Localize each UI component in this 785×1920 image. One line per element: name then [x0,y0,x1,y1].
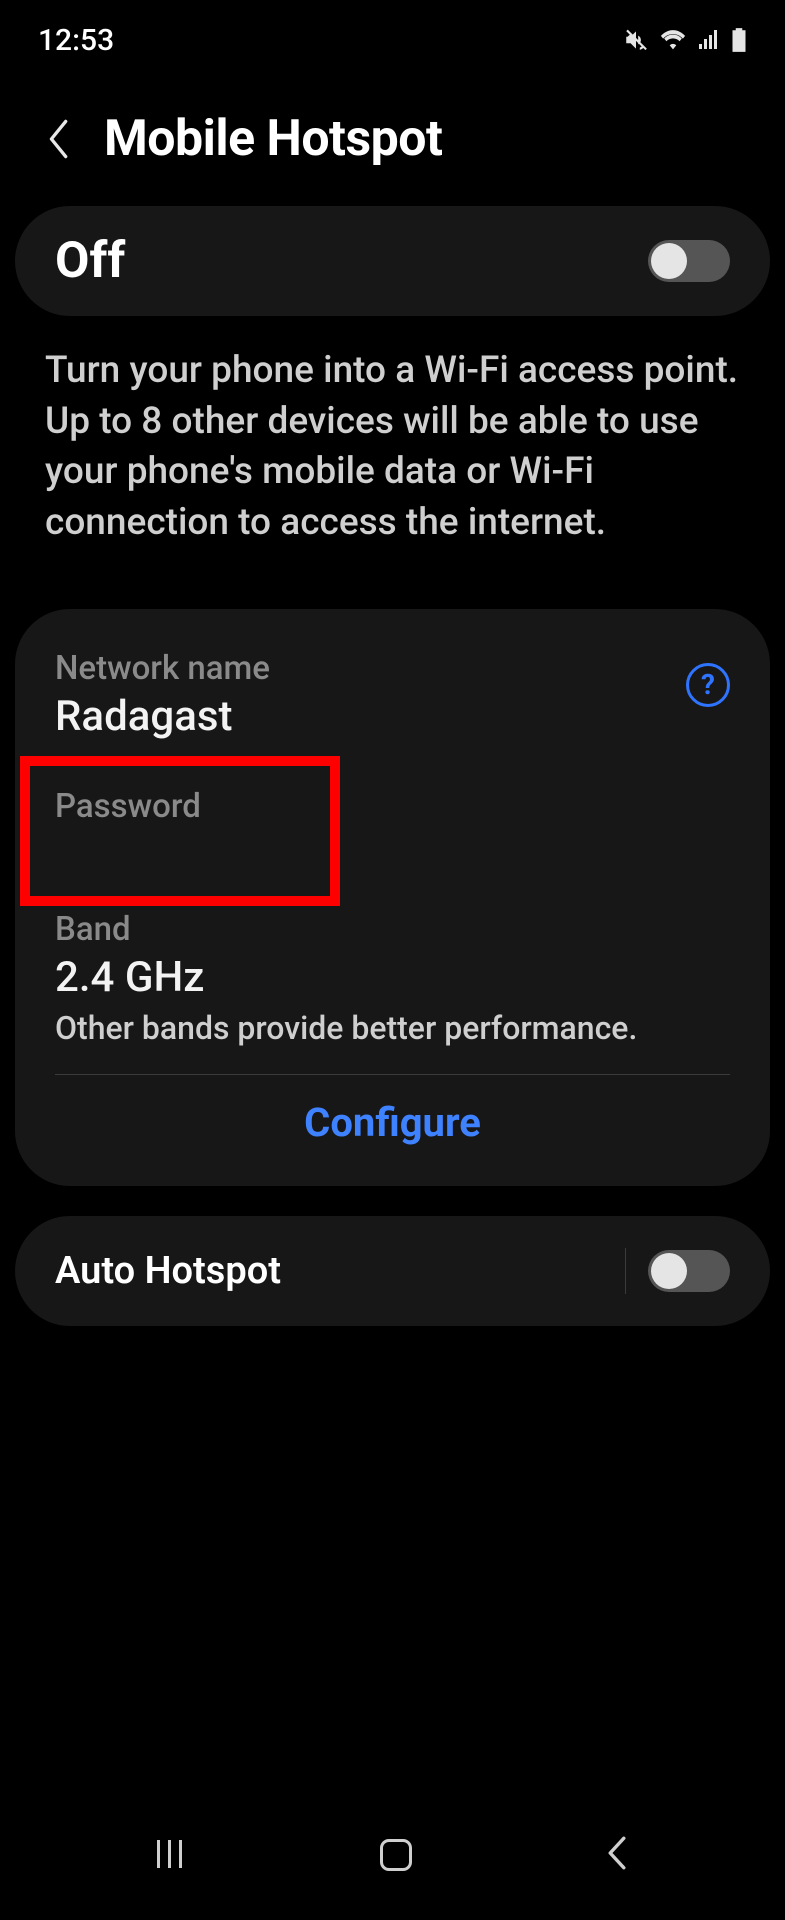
status-bar: 12:53 [0,0,785,70]
recents-bar-icon [168,1840,171,1868]
band-row[interactable]: Band 2.4 GHz Other bands provide better … [15,900,770,1074]
chevron-left-icon [47,119,69,159]
network-name-label: Network name [55,649,730,688]
switch-knob [651,243,687,279]
separator [625,1248,626,1294]
signal-icon [697,29,721,51]
status-icons [623,27,747,53]
band-value: 2.4 GHz [55,953,730,1002]
hotspot-switch[interactable] [648,240,730,282]
recents-bar-icon [157,1840,160,1868]
band-label: Band [55,910,730,949]
auto-hotspot-label: Auto Hotspot [55,1249,281,1293]
hotspot-state-label: Off [55,232,125,290]
network-name-value: Radagast [55,692,730,741]
nav-home-button[interactable] [380,1839,412,1871]
navigation-bar [0,1800,785,1920]
band-note: Other bands provide better performance. [55,1008,730,1048]
wifi-icon [659,29,687,51]
password-label: Password [55,787,730,826]
auto-hotspot-right [625,1248,730,1294]
hotspot-toggle-card: Off [15,206,770,316]
status-time: 12:53 [38,23,114,58]
recents-bar-icon [179,1840,182,1868]
battery-icon [731,27,747,53]
auto-hotspot-row[interactable]: Auto Hotspot [15,1216,770,1326]
back-button[interactable] [40,114,76,164]
hotspot-settings-card: Network name Radagast ? Password Band 2.… [15,609,770,1186]
hotspot-description: Turn your phone into a Wi-Fi access poin… [0,316,785,579]
page-title: Mobile Hotspot [104,110,442,168]
network-name-row[interactable]: Network name Radagast ? [15,639,770,777]
password-row[interactable]: Password [15,777,770,900]
configure-button[interactable]: Configure [15,1075,770,1178]
nav-back-button[interactable] [605,1836,629,1874]
mute-icon [623,27,649,53]
hotspot-toggle-row[interactable]: Off [15,206,770,316]
help-icon[interactable]: ? [686,663,730,707]
chevron-left-icon [605,1836,629,1870]
nav-recents-button[interactable] [157,1840,187,1870]
auto-hotspot-switch[interactable] [648,1250,730,1292]
switch-knob [651,1253,687,1289]
app-bar: Mobile Hotspot [0,70,785,198]
